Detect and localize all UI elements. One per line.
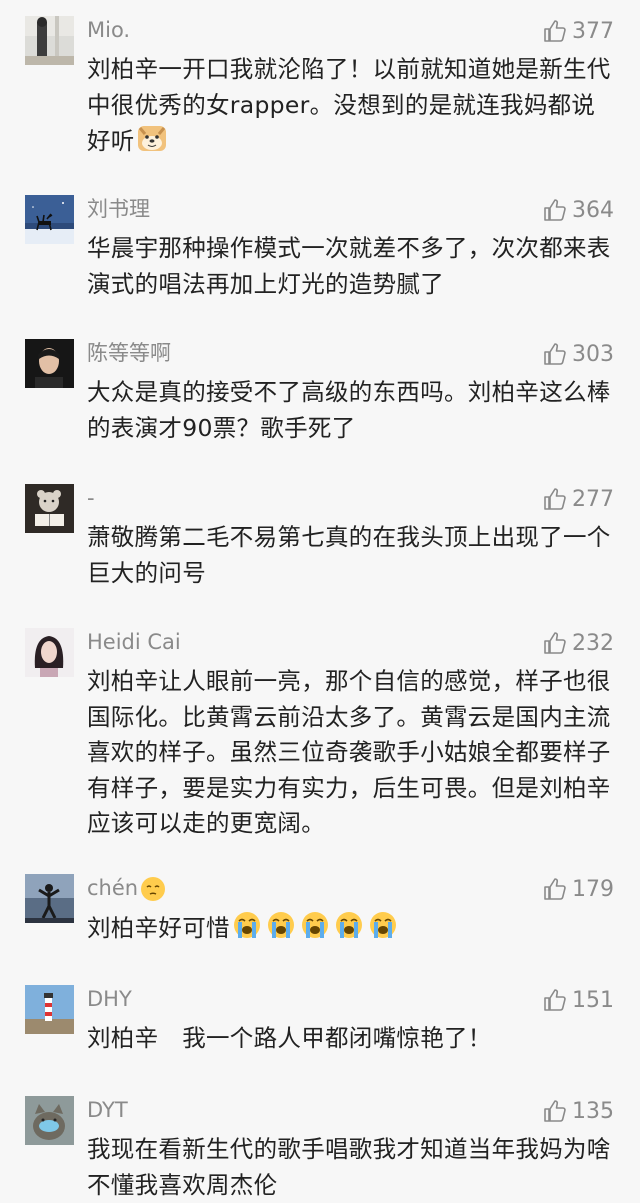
like-button[interactable]: 364 [542,195,614,225]
thumbs-up-icon [544,1100,566,1122]
woman-portrait-avatar[interactable] [25,628,74,677]
silhouette-sky-avatar[interactable] [25,874,74,923]
like-button[interactable]: 277 [542,484,614,514]
like-count: 377 [572,18,614,44]
person-standing-avatar[interactable] [25,16,74,65]
like-button[interactable]: 232 [542,628,614,658]
thumbs-up-icon [544,989,566,1011]
thumbs-up-icon [544,199,566,221]
comment-text: 刘柏辛让人眼前一亮，那个自信的感觉，样子也很国际化。比黄霄云前沿太多了。黄霄云是… [87,667,611,837]
thumbs-up-icon [544,20,566,42]
thumbs-up-icon [544,878,566,900]
username[interactable]: Mio. [87,16,130,44]
comment-text-content: 刘柏辛好可惜 [87,914,230,942]
like-count: 151 [572,987,614,1013]
pensive-emoji [141,877,166,901]
loudly-crying-emoji [335,912,362,938]
thumbs-up-icon [544,343,566,365]
like-button[interactable]: 135 [542,1096,614,1126]
thumbs-up-icon [544,488,566,510]
like-count: 179 [572,876,614,902]
username[interactable]: chén [87,874,166,902]
comment-text: 我现在看新生代的歌手唱歌我才知道当年我妈为啥不懂我喜欢周杰伦 [87,1135,611,1199]
deer-night-avatar[interactable] [25,195,74,244]
like-button[interactable]: 151 [542,985,614,1015]
like-count: 303 [572,341,614,367]
like-count: 277 [572,486,614,512]
comment-text: 刘柏辛好可惜 [87,910,614,947]
comment-text: 萧敬腾第二毛不易第七真的在我头顶上出现了一个巨大的问号 [87,523,611,587]
thumbs-up-icon [544,632,566,654]
doge-emoji [137,126,166,151]
bear-reading-avatar[interactable] [25,484,74,533]
loudly-crying-emoji [369,912,396,938]
username[interactable]: DYT [87,1096,128,1124]
like-count: 232 [572,630,614,656]
like-button[interactable]: 303 [542,339,614,369]
like-button[interactable]: 377 [542,16,614,46]
username[interactable]: - [87,484,95,512]
cat-avatar[interactable] [25,1096,74,1145]
like-count: 364 [572,197,614,223]
username-text: chén [87,876,139,900]
loudly-crying-emoji [233,912,260,938]
comment-text: 刘柏辛 我一个路人甲都闭嘴惊艳了！ [87,1024,492,1052]
man-portrait-avatar[interactable] [25,339,74,388]
comment-text: 刘柏辛一开口我就沦陷了！以前就知道她是新生代中很优秀的女rapper。没想到的是… [87,52,614,160]
username[interactable]: 刘书理 [87,195,150,223]
username[interactable]: Heidi Cai [87,628,181,656]
comment-text: 大众是真的接受不了高级的东西吗。刘柏辛这么棒的表演才90票？歌手死了 [87,378,611,442]
loudly-crying-emoji [267,912,294,938]
comment-text: 华晨宇那种操作模式一次就差不多了，次次都来表演式的唱法再加上灯光的造势腻了 [87,234,611,298]
lighthouse-avatar[interactable] [25,985,74,1034]
loudly-crying-emoji [301,912,328,938]
like-count: 135 [572,1098,614,1124]
username[interactable]: DHY [87,985,132,1013]
like-button[interactable]: 179 [542,874,614,904]
username[interactable]: 陈等等啊 [87,339,171,367]
